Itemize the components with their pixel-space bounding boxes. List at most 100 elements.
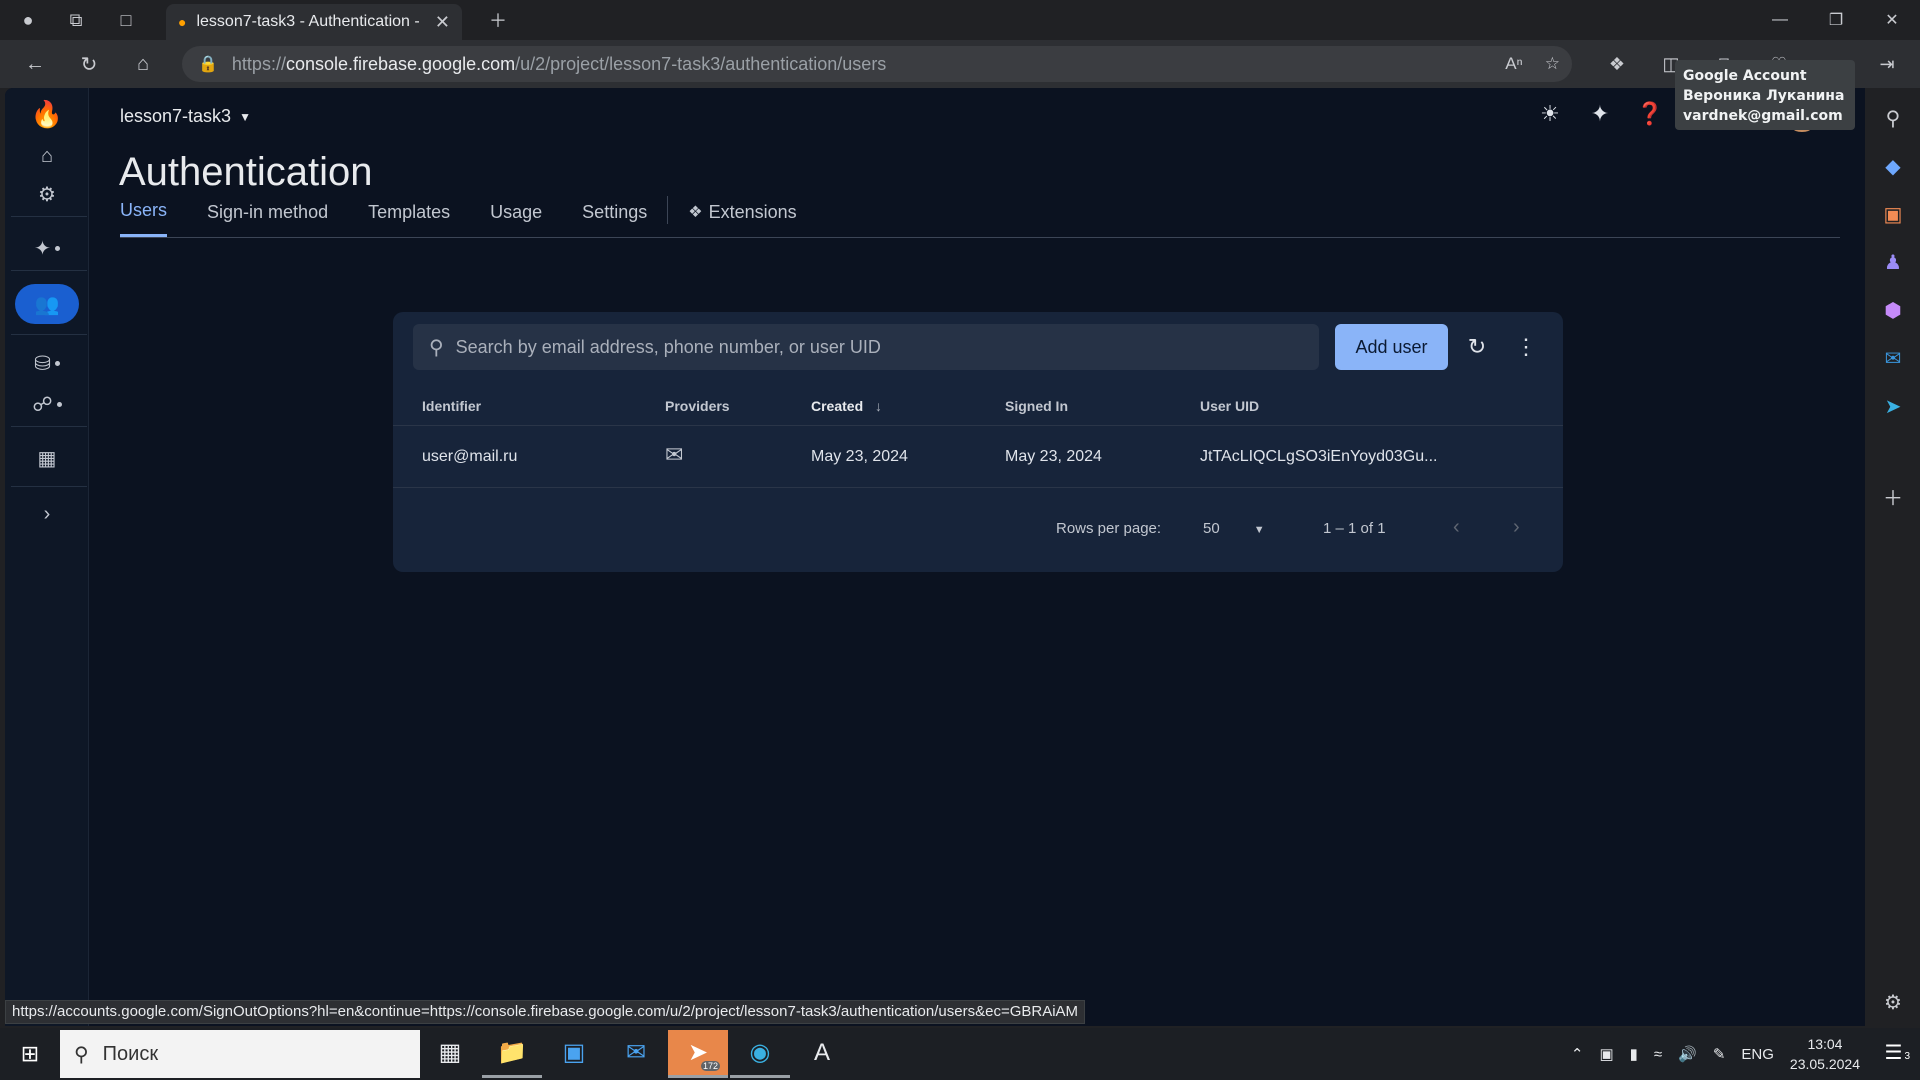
vertical-tabs-icon[interactable]: □ [106,0,146,40]
help-icon[interactable]: ❓ [1634,98,1666,130]
close-window-icon[interactable]: ✕ [1864,0,1920,40]
email-provider-icon: ✉ [665,442,684,467]
lock-icon[interactable]: 🔒 [198,54,218,74]
tab-templates[interactable]: Templates [368,181,450,237]
clock[interactable]: 13:04 23.05.2024 [1790,1034,1860,1074]
translator-icon[interactable]: A [792,1030,852,1078]
new-tab-icon[interactable]: ＋ [478,0,518,40]
language-indicator[interactable]: ENG [1741,1046,1774,1063]
games-icon[interactable]: ♟ [1879,248,1907,276]
restore-icon[interactable]: ❐ [1808,0,1864,40]
firebase-favicon-icon: ● [178,14,187,30]
home-icon[interactable]: ⌂ [116,40,170,88]
build-nav-icon[interactable]: ⛁ [15,343,79,383]
store-icon[interactable]: ▣ [544,1030,604,1078]
tools-icon[interactable]: ▣ [1879,200,1907,228]
authentication-nav-icon[interactable]: 👥 [15,284,79,324]
url-path: /u/2/project/lesson7-task3/authenticatio… [515,53,887,74]
close-tab-icon[interactable]: ✕ [435,12,450,33]
users-card: ⚲ Search by email address, phone number,… [393,312,1563,572]
cell-user-uid[interactable]: JtTAcLIQCLgSO3iEnYoyd03Gu... [1200,448,1437,466]
cell-signed-in: May 23, 2024 [1005,448,1102,465]
rows-per-page-select[interactable]: 50 ▼ [1203,520,1265,537]
url-input[interactable]: 🔒 https://console.firebase.google.com/u/… [182,46,1572,82]
minimize-icon[interactable]: — [1752,0,1808,40]
camera-icon[interactable]: ▣ [1599,1045,1613,1063]
tab-usage[interactable]: Usage [490,181,542,237]
windows-start-icon[interactable]: ⊞ [12,1038,48,1070]
battery-icon[interactable]: ▮ [1630,1045,1638,1063]
firebase-logo-icon[interactable]: 🔥 [15,94,79,134]
pen-icon[interactable]: ✎ [1713,1045,1726,1063]
more-options-icon[interactable]: ⋮ [1511,332,1541,362]
url-prefix: https:// [231,53,286,74]
mail-icon[interactable]: ✉ [606,1030,666,1078]
read-aloud-icon[interactable]: Aⁿ [1505,54,1523,74]
tab-sign-in-method[interactable]: Sign-in method [207,181,328,237]
column-user-uid: User UID [1200,398,1260,414]
column-created-label: Created [811,398,864,414]
home-nav-icon[interactable]: ⌂ [15,136,79,176]
sidebar-settings-icon[interactable]: ⚙ [1879,988,1907,1016]
cell-created: May 23, 2024 [811,448,908,465]
prev-page-icon[interactable]: ‹ [1453,516,1460,539]
all-products-icon[interactable]: ▦ [15,438,79,478]
gemini-nav-icon[interactable]: ✦ [15,228,79,268]
copilot-icon[interactable]: ⬢ [1879,296,1907,324]
gemini-icon[interactable]: ✦ [1584,98,1616,130]
theme-toggle-icon[interactable]: ☀ [1534,98,1566,130]
sidebar-toggle-icon[interactable]: ⇥ [1860,54,1914,75]
search-placeholder: Search by email address, phone number, o… [455,336,881,357]
rail-divider [11,216,87,217]
project-name: lesson7-task3 [120,106,232,126]
notifications-icon[interactable]: ☰ 3 [1885,1040,1911,1065]
wifi-icon[interactable]: ≈ [1654,1046,1662,1063]
add-app-icon[interactable]: ＋ [1879,482,1907,510]
add-user-button[interactable]: Add user [1335,324,1448,370]
tooltip-email: vardnek@gmail.com [1683,108,1843,124]
browser-tab-active[interactable]: ● lesson7-task3 - Authentication - ✕ [166,4,462,40]
profile-icon[interactable]: ● [8,0,48,40]
edge-icon[interactable]: ◉ [730,1030,790,1078]
extensions-icon[interactable]: ❖ [1590,54,1644,75]
rail-divider [11,426,87,427]
taskbar-search-text: Поиск [102,1042,159,1065]
table-row[interactable]: user@mail.ru ✉ May 23, 2024 May 23, 2024… [393,426,1563,488]
search-icon[interactable]: ⚲ [1879,104,1907,132]
rail-divider [11,486,87,487]
volume-icon[interactable]: 🔊 [1678,1045,1697,1063]
sort-arrow-down-icon: ↓ [875,398,883,414]
expand-rail-icon[interactable]: › [15,494,79,534]
show-hidden-icons-icon[interactable]: ⌃ [1571,1045,1584,1063]
user-search-input[interactable]: ⚲ Search by email address, phone number,… [413,324,1319,370]
page-range: 1 – 1 of 1 [1323,520,1386,537]
telegram-icon[interactable]: ➤ [1879,392,1907,420]
settings-nav-icon[interactable]: ⚙ [15,174,79,214]
account-tooltip: Google Account Вероника Луканина vardnek… [1675,60,1855,130]
back-icon[interactable]: ← [8,40,62,88]
edge-sidebar: ⚲ ◆ ▣ ♟ ⬢ ✉ ➤ ＋ ⚙ [1865,88,1920,1026]
column-identifier[interactable]: Identifier [422,398,481,414]
dot-icon [56,401,62,407]
telegram-taskbar-icon[interactable]: ➤ 172 [668,1030,728,1078]
pagination: Rows per page: 50 ▼ 1 – 1 of 1 ‹ › [393,488,1563,572]
shopping-icon[interactable]: ◆ [1879,152,1907,180]
tab-users[interactable]: Users [120,181,168,237]
column-created[interactable]: Created ↓ [811,398,882,414]
column-signed-in[interactable]: Signed In [1005,398,1068,414]
task-view-icon[interactable]: ▦ [420,1030,480,1078]
refresh-icon[interactable]: ↻ [1462,332,1492,362]
workspaces-icon[interactable]: ⧉ [56,0,96,40]
taskbar-search[interactable]: ⚲ Поиск [60,1030,420,1078]
outlook-icon[interactable]: ✉ [1879,344,1907,372]
run-nav-icon[interactable]: ☍ [15,384,79,424]
favorite-star-icon[interactable]: ☆ [1545,54,1560,74]
reload-icon[interactable]: ↻ [62,40,116,88]
tab-extensions[interactable]: ❖ Extensions [688,181,796,237]
file-explorer-icon[interactable]: 📁 [482,1030,542,1078]
project-selector[interactable]: lesson7-task3 ▼ [120,106,251,127]
tab-settings[interactable]: Settings [582,181,647,237]
next-page-icon[interactable]: › [1513,516,1520,539]
tooltip-name: Вероника Луканина [1683,88,1845,104]
rail-divider [11,334,87,335]
